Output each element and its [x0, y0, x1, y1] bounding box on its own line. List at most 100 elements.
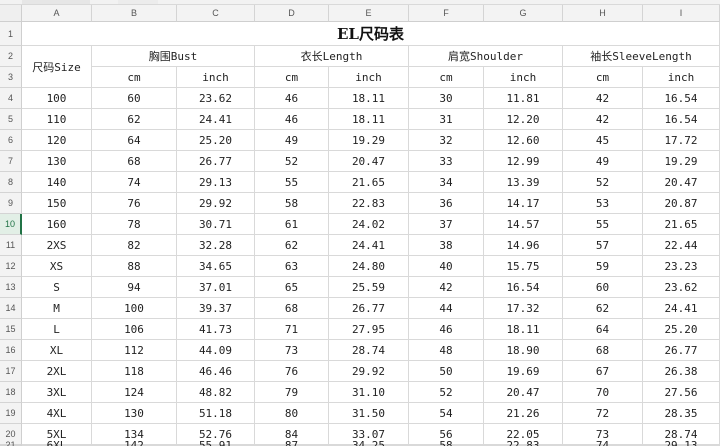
table-cell[interactable]: 49 [563, 151, 643, 172]
table-cell[interactable]: 37 [409, 214, 484, 235]
table-cell[interactable]: 24.41 [643, 298, 720, 319]
row-header-17[interactable]: 17 [0, 361, 22, 382]
table-cell[interactable]: 17.72 [643, 130, 720, 151]
table-cell[interactable]: 14.17 [484, 193, 563, 214]
table-cell[interactable]: 38 [409, 235, 484, 256]
table-cell[interactable]: 50 [409, 361, 484, 382]
table-title[interactable]: EL尺码表 [22, 22, 720, 46]
row-header-13[interactable]: 13 [0, 277, 22, 298]
table-cell[interactable]: 42 [563, 109, 643, 130]
table-cell[interactable]: 41.73 [177, 319, 255, 340]
table-cell[interactable]: 34.65 [177, 256, 255, 277]
row-header-9[interactable]: 9 [0, 193, 22, 214]
table-cell[interactable]: 46 [409, 319, 484, 340]
table-cell[interactable]: 25.20 [177, 130, 255, 151]
column-header-d[interactable]: D [255, 5, 329, 22]
table-cell[interactable]: 18.90 [484, 340, 563, 361]
row-header-19[interactable]: 19 [0, 403, 22, 424]
table-cell[interactable]: 71 [255, 319, 329, 340]
table-cell[interactable]: 31.10 [329, 382, 409, 403]
table-cell[interactable]: 112 [92, 340, 177, 361]
table-cell[interactable]: 21.65 [329, 172, 409, 193]
table-cell[interactable]: 76 [255, 361, 329, 382]
table-cell[interactable]: 45 [563, 130, 643, 151]
length-header[interactable]: 衣长Length [255, 46, 409, 67]
table-cell[interactable]: 17.32 [484, 298, 563, 319]
size-header[interactable]: 尺码Size [22, 46, 92, 88]
table-cell[interactable]: 130 [92, 403, 177, 424]
table-cell[interactable]: 19.69 [484, 361, 563, 382]
table-cell[interactable]: 18.11 [329, 88, 409, 109]
size-cell[interactable]: 160 [22, 214, 92, 235]
table-cell[interactable]: 74 [92, 172, 177, 193]
table-cell[interactable]: 30 [409, 88, 484, 109]
table-cell[interactable]: 88 [92, 256, 177, 277]
table-cell[interactable]: 16.54 [643, 88, 720, 109]
table-cell[interactable]: 26.38 [643, 361, 720, 382]
table-cell[interactable]: 53 [563, 193, 643, 214]
table-cell[interactable]: 18.11 [484, 319, 563, 340]
table-cell[interactable]: 25.59 [329, 277, 409, 298]
table-cell[interactable]: 51.18 [177, 403, 255, 424]
unit-cm[interactable]: cm [563, 67, 643, 88]
table-cell[interactable]: 54 [409, 403, 484, 424]
size-cell[interactable]: 110 [22, 109, 92, 130]
table-cell[interactable]: 100 [92, 298, 177, 319]
row-header-16[interactable]: 16 [0, 340, 22, 361]
table-cell[interactable]: 12.20 [484, 109, 563, 130]
shoulder-header[interactable]: 肩宽Shoulder [409, 46, 563, 67]
table-cell[interactable]: 22.83 [329, 193, 409, 214]
unit-cm[interactable]: cm [255, 67, 329, 88]
table-cell[interactable]: 65 [255, 277, 329, 298]
table-cell[interactable]: 24.80 [329, 256, 409, 277]
row-header-7[interactable]: 7 [0, 151, 22, 172]
table-cell[interactable]: 15.75 [484, 256, 563, 277]
unit-inch[interactable]: inch [643, 67, 720, 88]
table-cell[interactable]: 28.74 [329, 340, 409, 361]
table-cell[interactable]: 12.60 [484, 130, 563, 151]
unit-inch[interactable]: inch [177, 67, 255, 88]
table-cell[interactable]: 70 [563, 382, 643, 403]
bust-header[interactable]: 胸围Bust [92, 46, 255, 67]
row-header-12[interactable]: 12 [0, 256, 22, 277]
size-cell[interactable]: 2XL [22, 361, 92, 382]
table-cell[interactable]: 68 [255, 298, 329, 319]
unit-cm[interactable]: cm [92, 67, 177, 88]
table-cell[interactable]: 68 [92, 151, 177, 172]
table-cell[interactable]: 20.47 [643, 172, 720, 193]
column-header-i[interactable]: I [643, 5, 720, 22]
table-cell[interactable]: 55 [563, 214, 643, 235]
table-cell[interactable]: 79 [255, 382, 329, 403]
table-cell[interactable]: 60 [563, 277, 643, 298]
size-cell[interactable]: 130 [22, 151, 92, 172]
table-cell[interactable]: 42 [409, 277, 484, 298]
table-cell[interactable]: 76 [92, 193, 177, 214]
table-cell[interactable]: 39.37 [177, 298, 255, 319]
table-cell[interactable]: 18.11 [329, 109, 409, 130]
table-cell[interactable]: 24.41 [329, 235, 409, 256]
table-cell[interactable]: 19.29 [329, 130, 409, 151]
table-cell[interactable]: 46.46 [177, 361, 255, 382]
table-cell[interactable]: 80 [255, 403, 329, 424]
table-cell[interactable]: 31.50 [329, 403, 409, 424]
table-cell[interactable]: 37.01 [177, 277, 255, 298]
column-header-b[interactable]: B [92, 5, 177, 22]
row-header-6[interactable]: 6 [0, 130, 22, 151]
table-cell[interactable]: 20.47 [484, 382, 563, 403]
table-cell[interactable]: 42 [563, 88, 643, 109]
table-cell[interactable]: 22.44 [643, 235, 720, 256]
size-cell[interactable]: 140 [22, 172, 92, 193]
row-header-15[interactable]: 15 [0, 319, 22, 340]
size-cell[interactable]: 2XS [22, 235, 92, 256]
size-cell[interactable]: 4XL [22, 403, 92, 424]
table-cell[interactable]: 24.41 [177, 109, 255, 130]
size-cell[interactable]: M [22, 298, 92, 319]
row-header-3[interactable]: 3 [0, 67, 22, 88]
table-cell[interactable]: 21.65 [643, 214, 720, 235]
table-cell[interactable]: 72 [563, 403, 643, 424]
table-cell[interactable]: 67 [563, 361, 643, 382]
table-cell[interactable]: 64 [563, 319, 643, 340]
table-cell[interactable]: 14.96 [484, 235, 563, 256]
formula-input[interactable] [118, 0, 158, 4]
table-cell[interactable]: 12.99 [484, 151, 563, 172]
